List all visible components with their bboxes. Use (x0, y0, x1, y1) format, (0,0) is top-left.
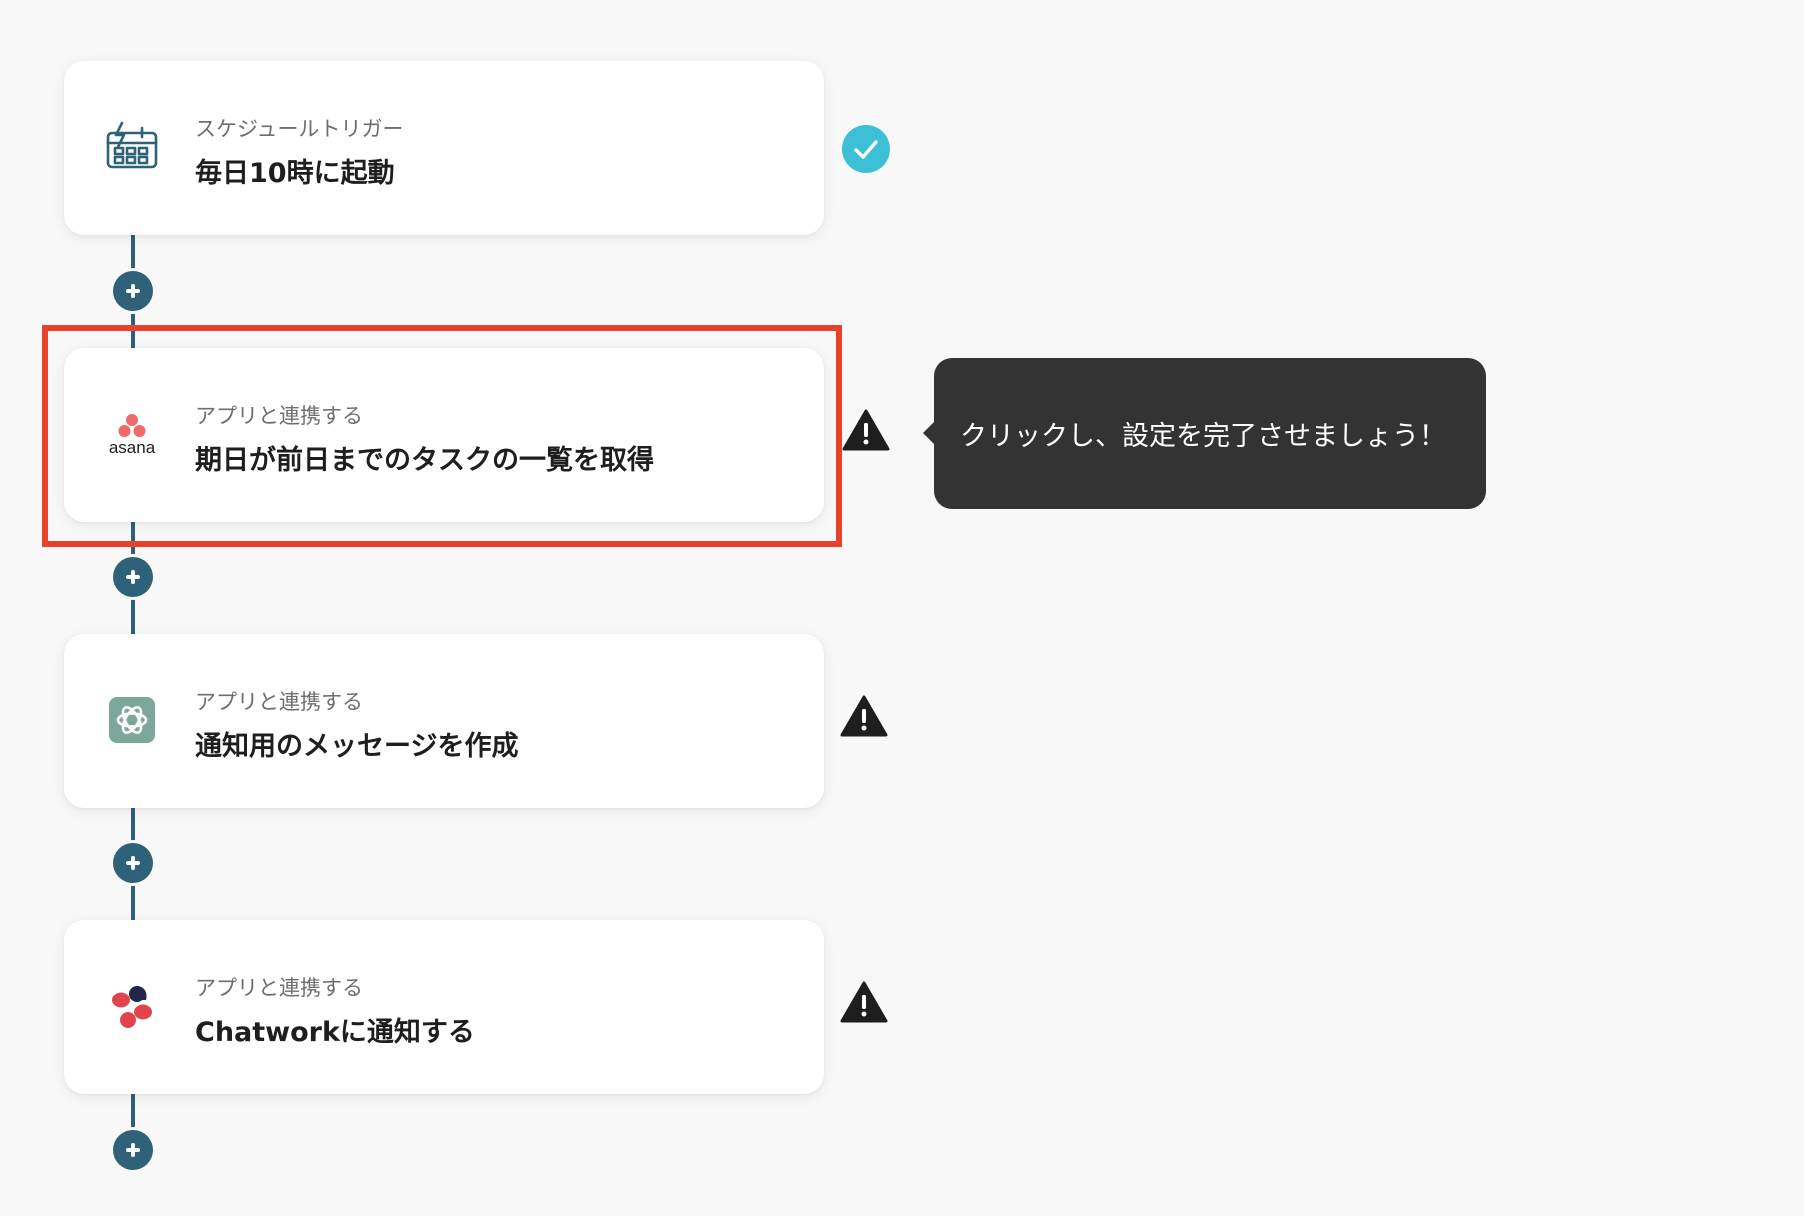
asana-logo-icon: asana (109, 414, 156, 457)
flow-step-card-asana[interactable]: asana アプリと連携する 期日が前日までのタスクの一覧を取得 (64, 348, 824, 522)
step-subtitle: スケジュールトリガー (195, 117, 404, 141)
setup-hint-tooltip: クリックし、設定を完了させましょう！ (923, 358, 1486, 509)
chatwork-logo-icon (112, 986, 152, 1028)
warning-icon (840, 695, 888, 737)
flow-step-card-chatwork[interactable]: アプリと連携する Chatworkに通知する (64, 920, 824, 1094)
add-step-button[interactable] (113, 1130, 153, 1170)
flow-step-card-schedule-trigger[interactable]: スケジュールトリガー 毎日10時に起動 (64, 61, 824, 235)
asana-logo-text: asana (109, 438, 156, 457)
step-subtitle: アプリと連携する (195, 690, 363, 714)
step-title: 期日が前日までのタスクの一覧を取得 (195, 445, 654, 476)
step-title: 毎日10時に起動 (195, 158, 395, 189)
chatgpt-logo-icon (109, 697, 155, 743)
step-subtitle: アプリと連携する (195, 404, 363, 428)
add-step-button[interactable] (113, 843, 153, 883)
flow-step-card-chatgpt[interactable]: アプリと連携する 通知用のメッセージを作成 (64, 634, 824, 808)
check-circle-icon (842, 125, 890, 173)
warning-icon (842, 409, 890, 451)
warning-icon (840, 981, 888, 1023)
step-subtitle: アプリと連携する (195, 976, 363, 1000)
add-step-button[interactable] (113, 271, 153, 311)
step-title: Chatworkに通知する (195, 1017, 475, 1048)
step-title: 通知用のメッセージを作成 (195, 731, 519, 762)
add-step-button[interactable] (113, 557, 153, 597)
calendar-schedule-icon (106, 121, 158, 169)
tooltip-text: クリックし、設定を完了させましょう！ (960, 421, 1446, 452)
